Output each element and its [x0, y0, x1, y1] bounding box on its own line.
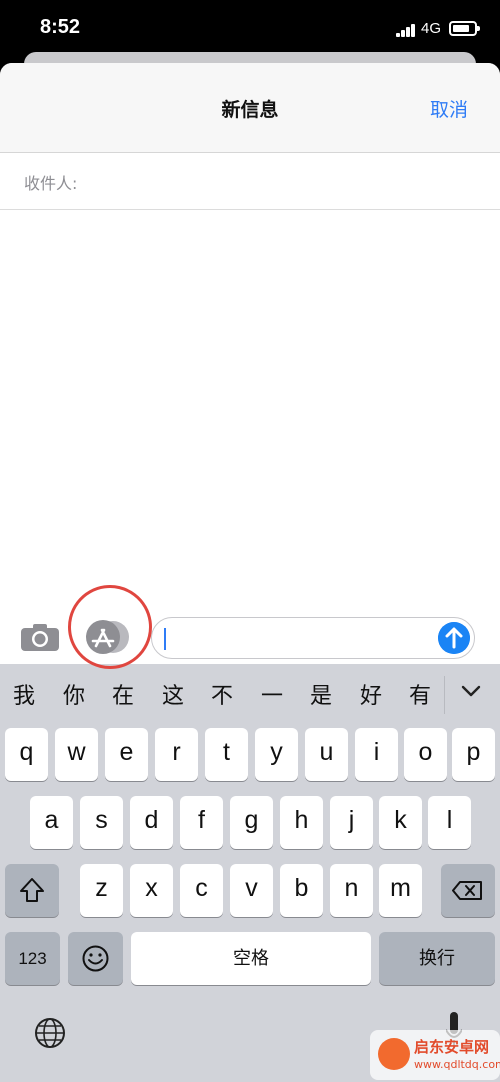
key-b[interactable]: b — [280, 864, 323, 917]
key-q[interactable]: q — [5, 728, 48, 781]
key-t[interactable]: t — [205, 728, 248, 781]
compose-bar — [0, 612, 500, 664]
message-input[interactable] — [151, 617, 475, 659]
numbers-key[interactable]: 123 — [5, 932, 60, 985]
key-x[interactable]: x — [130, 864, 173, 917]
status-bar: 8:52 4G — [0, 0, 500, 60]
page-title: 新信息 — [221, 99, 279, 121]
key-u[interactable]: u — [305, 728, 348, 781]
chevron-down-icon[interactable] — [460, 680, 482, 702]
key-z[interactable]: z — [80, 864, 123, 917]
key-d[interactable]: d — [130, 796, 173, 849]
text-cursor — [164, 628, 166, 650]
emoji-icon — [82, 945, 109, 972]
shift-icon — [20, 878, 44, 902]
key-i[interactable]: i — [355, 728, 398, 781]
key-w[interactable]: w — [55, 728, 98, 781]
watermark-url: www.qdltdq.com — [414, 1058, 500, 1071]
emoji-key[interactable] — [68, 932, 123, 985]
navigation-bar: 新信息 取消 — [0, 63, 500, 153]
candidate-divider — [444, 676, 445, 714]
candidate-item[interactable]: 一 — [261, 678, 283, 710]
key-n[interactable]: n — [330, 864, 373, 917]
key-l[interactable]: l — [428, 796, 471, 849]
backspace-key[interactable] — [441, 864, 495, 917]
space-key[interactable]: 空格 — [131, 932, 371, 985]
phone-screen: 8:52 4G 新信息 取消 收件人: 我 你 在 这 不 一 是 好 有 q … — [0, 0, 500, 1082]
candidate-item[interactable]: 是 — [310, 678, 332, 710]
network-type: 4G — [421, 20, 442, 37]
backspace-icon — [452, 881, 482, 900]
key-j[interactable]: j — [330, 796, 373, 849]
key-y[interactable]: y — [255, 728, 298, 781]
key-s[interactable]: s — [80, 796, 123, 849]
status-time: 8:52 — [40, 16, 81, 38]
watermark: 启东安卓网 www.qdltdq.com — [370, 1030, 500, 1080]
candidate-item[interactable]: 在 — [112, 678, 134, 710]
new-message-sheet: 新信息 取消 收件人: 我 你 在 这 不 一 是 好 有 q w e r t … — [0, 63, 500, 1082]
watermark-name: 启东安卓网 — [414, 1038, 490, 1056]
recipient-row: 收件人: — [0, 153, 500, 210]
candidate-item[interactable]: 有 — [409, 678, 431, 710]
candidate-item[interactable]: 好 — [360, 678, 382, 710]
send-arrow-icon[interactable] — [438, 622, 470, 654]
battery-icon — [449, 21, 480, 36]
key-r[interactable]: r — [155, 728, 198, 781]
keyboard: 我 你 在 这 不 一 是 好 有 q w e r t y u i o p a … — [0, 664, 500, 1082]
candidate-item[interactable]: 我 — [13, 678, 35, 710]
candidate-bar: 我 你 在 这 不 一 是 好 有 — [0, 664, 500, 724]
signal-icon — [396, 24, 418, 37]
key-m[interactable]: m — [379, 864, 422, 917]
shift-key[interactable] — [5, 864, 59, 917]
app-store-icon[interactable] — [84, 619, 130, 655]
key-c[interactable]: c — [180, 864, 223, 917]
globe-icon[interactable] — [34, 1017, 66, 1049]
key-a[interactable]: a — [30, 796, 73, 849]
key-e[interactable]: e — [105, 728, 148, 781]
key-h[interactable]: h — [280, 796, 323, 849]
return-key[interactable]: 换行 — [379, 932, 495, 985]
candidate-item[interactable]: 这 — [162, 678, 184, 710]
key-k[interactable]: k — [379, 796, 422, 849]
candidate-item[interactable]: 你 — [63, 678, 85, 710]
key-f[interactable]: f — [180, 796, 223, 849]
key-o[interactable]: o — [404, 728, 447, 781]
camera-icon[interactable] — [20, 622, 60, 652]
watermark-logo-icon — [378, 1038, 410, 1070]
cancel-button[interactable]: 取消 — [430, 95, 468, 122]
recipient-input[interactable] — [96, 163, 476, 199]
key-v[interactable]: v — [230, 864, 273, 917]
candidate-item[interactable]: 不 — [211, 678, 233, 710]
recipient-label: 收件人: — [24, 174, 78, 193]
key-p[interactable]: p — [452, 728, 495, 781]
key-g[interactable]: g — [230, 796, 273, 849]
